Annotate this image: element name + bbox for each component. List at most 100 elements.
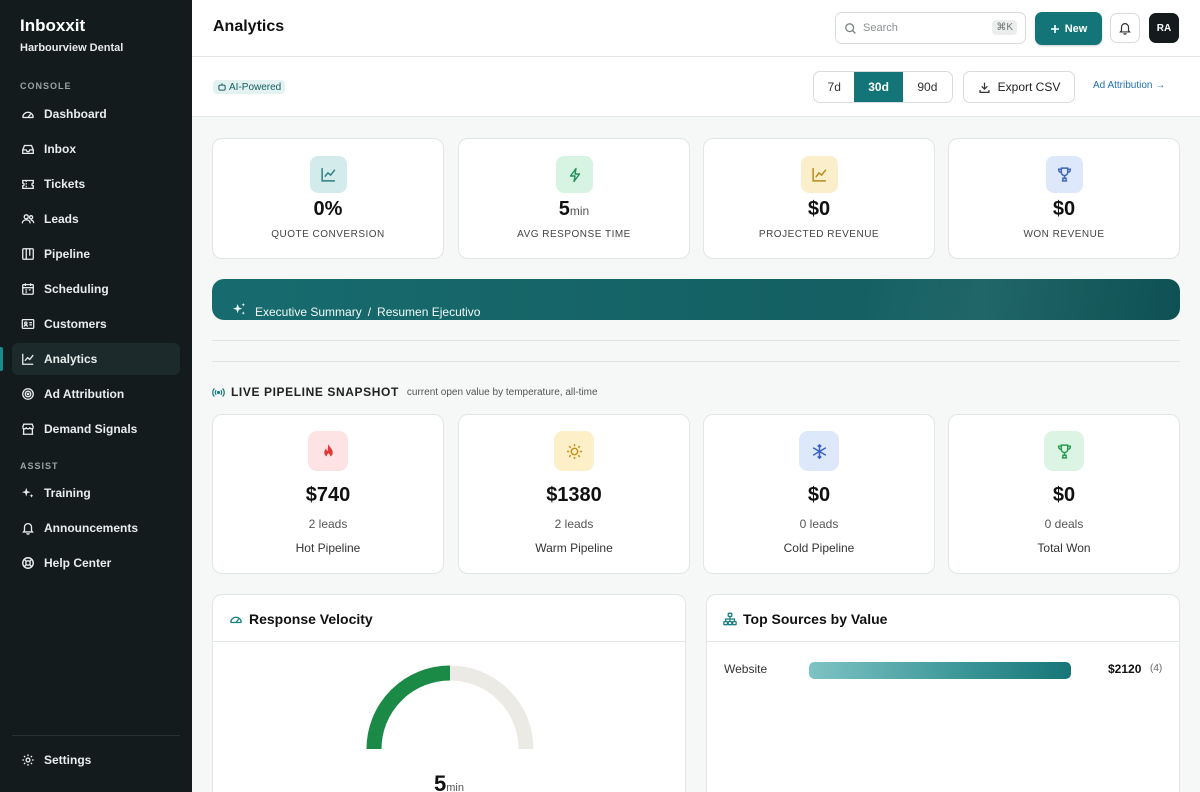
notifications-button[interactable] — [1110, 13, 1140, 43]
search-placeholder: Search — [863, 22, 898, 34]
gauge-fill — [366, 665, 451, 750]
kpi-value: $0 — [1052, 198, 1076, 220]
download-icon — [978, 81, 991, 94]
trophy-icon — [1046, 156, 1083, 193]
console-section-label: CONSOLE — [20, 81, 72, 91]
sidebar-item-scheduling[interactable]: Scheduling — [12, 273, 180, 305]
panel-header: Top Sources by Value — [723, 611, 887, 627]
pipeline-snapshot-header: LIVE PIPELINE SNAPSHOT current open valu… — [212, 385, 598, 399]
bell-icon — [20, 520, 36, 536]
pipeline-label: Warm Pipeline — [535, 541, 613, 555]
sidebar-item-label: Analytics — [44, 352, 98, 366]
search-input[interactable]: Search ⌘K — [835, 12, 1026, 44]
trophy-icon — [1044, 431, 1084, 471]
range-option-30d[interactable]: 30d — [854, 72, 903, 102]
page-title: Analytics — [213, 18, 285, 35]
sidebar-item-label: Announcements — [44, 521, 139, 535]
sidebar-divider — [12, 735, 180, 736]
trend-icon — [801, 156, 838, 193]
sidebar-item-label: Dashboard — [44, 107, 107, 121]
pipeline-snapshot-title: LIVE PIPELINE SNAPSHOT — [231, 385, 399, 399]
pipeline-snapshot-subtitle: current open value by temperature, all-t… — [406, 386, 598, 398]
source-bar-track — [809, 662, 1071, 679]
pipeline-count: 0 deals — [1044, 517, 1084, 531]
contact-card-icon — [20, 316, 36, 332]
range-option-7d[interactable]: 7d — [814, 72, 854, 102]
pipeline-icon — [20, 246, 36, 262]
snowflake-icon — [799, 431, 839, 471]
sidebar-item-dashboard[interactable]: Dashboard — [12, 98, 180, 130]
kpi-card-projected-revenue: $0 PROJECTED REVENUE — [703, 138, 935, 259]
source-count: (4) — [1150, 663, 1163, 674]
range-option-90d[interactable]: 90d — [903, 72, 952, 102]
assist-section-label: ASSIST — [20, 461, 59, 471]
storefront-icon — [20, 421, 36, 437]
pipeline-label: Cold Pipeline — [783, 541, 855, 555]
kpi-card-avg-response-time: 5min AVG RESPONSE TIME — [458, 138, 690, 259]
new-button[interactable]: New — [1035, 12, 1102, 45]
sidebar-item-inbox[interactable]: Inbox — [12, 133, 180, 165]
pipeline-value: $740 — [305, 484, 351, 506]
ai-powered-label: AI-Powered — [229, 81, 282, 93]
divider — [212, 361, 1180, 362]
lifebuoy-icon — [20, 555, 36, 571]
source-value: $2120 — [1108, 662, 1142, 676]
users-icon — [20, 211, 36, 227]
pipeline-card-total-won: $0 0 deals Total Won — [948, 414, 1180, 574]
gauge-value: 5min — [434, 771, 464, 792]
sidebar-item-label: Leads — [44, 212, 79, 226]
search-icon — [844, 22, 857, 35]
pipeline-count: 2 leads — [554, 517, 594, 531]
pipeline-value: $0 — [1052, 484, 1076, 506]
org-name: Harbourview Dental — [20, 42, 124, 54]
sidebar-item-label: Scheduling — [44, 282, 109, 296]
analytics-toolbar: AI-Powered 7d 30d 90d Export CSV Ad Attr… — [192, 57, 1200, 117]
sidebar-item-settings[interactable]: Settings — [12, 744, 180, 776]
sidebar-item-label: Settings — [44, 753, 92, 767]
plus-icon — [1050, 24, 1060, 34]
calendar-icon — [20, 281, 36, 297]
pipeline-value: $1380 — [546, 484, 602, 506]
sidebar-item-ad-attribution[interactable]: Ad Attribution — [12, 378, 180, 410]
export-csv-label: Export CSV — [997, 80, 1061, 94]
active-indicator — [0, 347, 3, 371]
pipeline-card-hot: $740 2 leads Hot Pipeline — [212, 414, 444, 574]
sidebar-item-demand-signals[interactable]: Demand Signals — [12, 413, 180, 445]
kpi-value: $0 — [807, 198, 831, 220]
sidebar-item-label: Inbox — [44, 142, 76, 156]
date-range-selector: 7d 30d 90d — [813, 71, 953, 103]
sidebar-item-analytics[interactable]: Analytics — [12, 343, 180, 375]
sidebar-item-announcements[interactable]: Announcements — [12, 512, 180, 544]
lightning-icon — [556, 156, 593, 193]
flame-icon — [308, 431, 348, 471]
sidebar-item-label: Training — [44, 486, 91, 500]
sidebar-item-leads[interactable]: Leads — [12, 203, 180, 235]
search-shortcut-badge: ⌘K — [992, 20, 1017, 35]
sidebar-item-help-center[interactable]: Help Center — [12, 547, 180, 579]
executive-summary-banner[interactable]: Executive Summary / Resumen Ejecutivo — [212, 279, 1180, 320]
robot-icon — [217, 82, 227, 92]
ad-attribution-link[interactable]: Ad Attribution → — [1093, 80, 1165, 91]
response-gauge — [366, 665, 534, 750]
sidebar-item-tickets[interactable]: Tickets — [12, 168, 180, 200]
divider — [212, 340, 1180, 341]
kpi-label: AVG RESPONSE TIME — [517, 229, 631, 240]
kpi-value: 0% — [313, 198, 343, 220]
pipeline-label: Hot Pipeline — [295, 541, 361, 555]
sidebar-item-label: Pipeline — [44, 247, 91, 261]
source-row[interactable]: Website $2120 (4) — [724, 661, 1176, 681]
sidebar-item-label: Customers — [44, 317, 107, 331]
export-csv-button[interactable]: Export CSV — [963, 71, 1075, 103]
inbox-icon — [20, 141, 36, 157]
sidebar-item-training[interactable]: Training — [12, 477, 180, 509]
top-sources-panel: Top Sources by Value Website $2120 (4) — [706, 594, 1180, 792]
sparkle-icon — [232, 302, 247, 320]
panel-title: Top Sources by Value — [743, 611, 888, 627]
user-avatar[interactable]: RA — [1149, 13, 1179, 43]
new-button-label: New — [1064, 22, 1088, 35]
broadcast-icon — [212, 386, 225, 399]
app-name: Inboxxit — [20, 16, 86, 35]
sidebar-item-pipeline[interactable]: Pipeline — [12, 238, 180, 270]
sidebar-item-customers[interactable]: Customers — [12, 308, 180, 340]
top-header: Analytics Search ⌘K New RA — [192, 0, 1200, 57]
